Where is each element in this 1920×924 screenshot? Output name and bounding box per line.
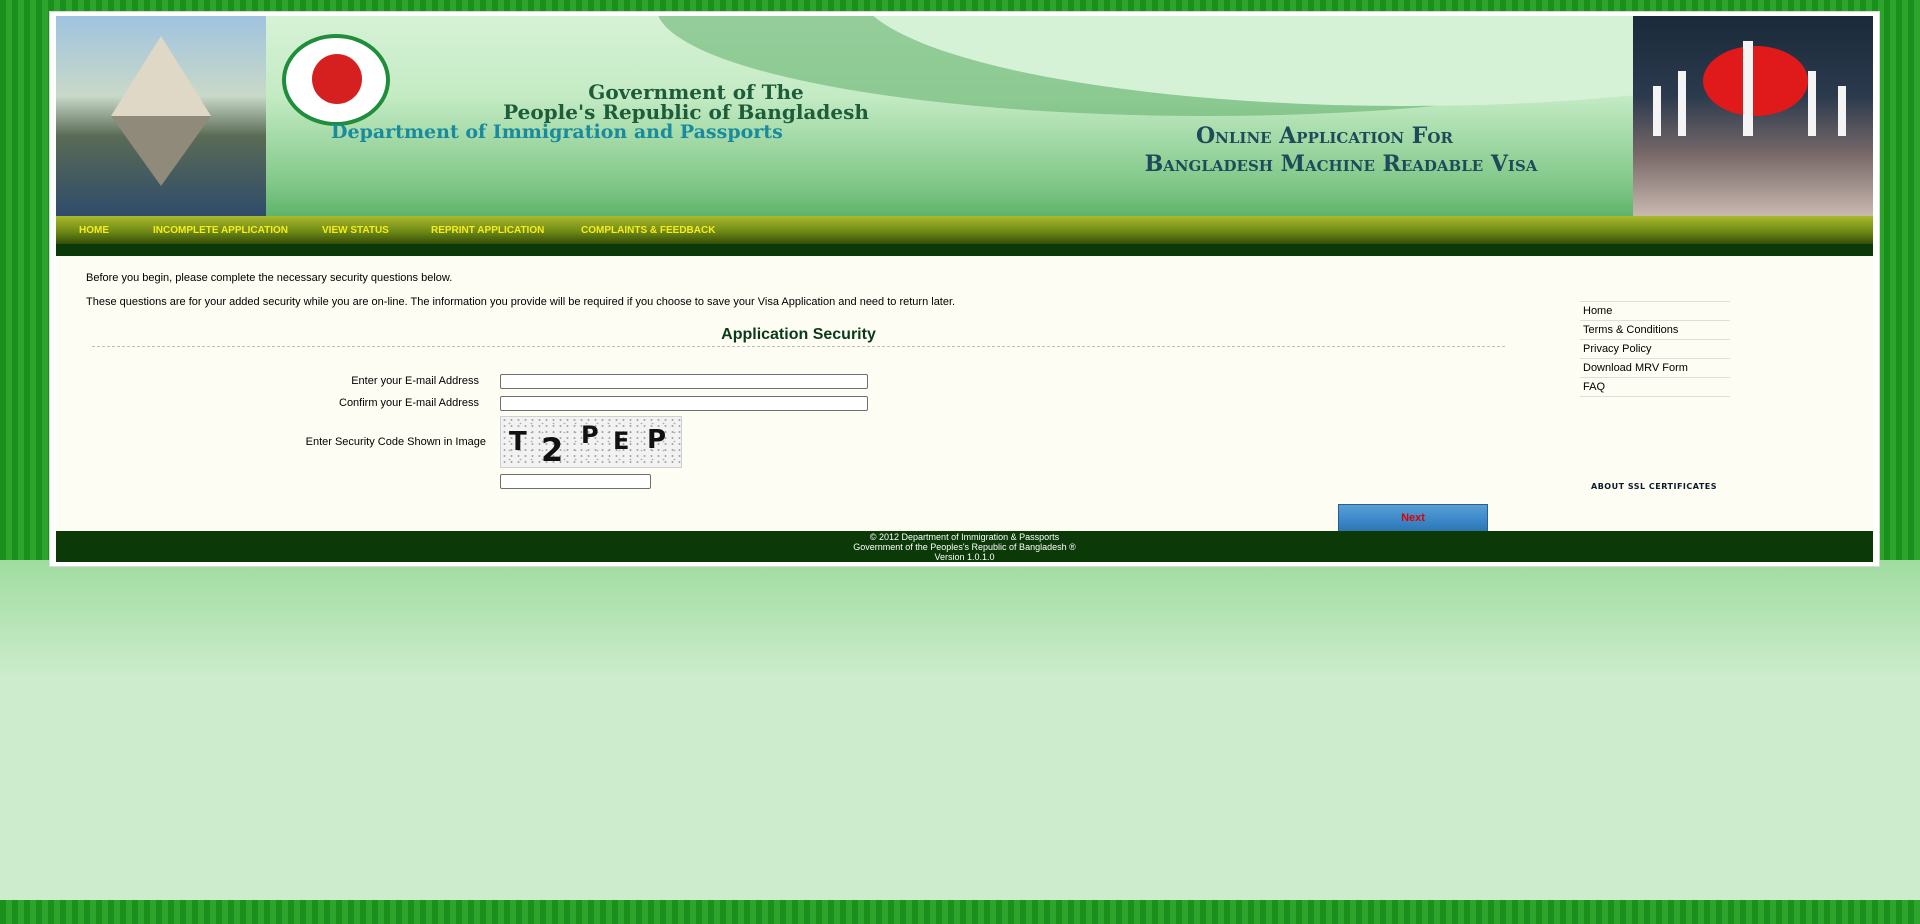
next-button[interactable]: Next xyxy=(1338,504,1488,532)
spire-shape xyxy=(111,36,211,116)
nav-view-status[interactable]: VIEW STATUS xyxy=(322,225,389,236)
confirm-email-label: Confirm your E-mail Address xyxy=(339,397,479,409)
email-label: Enter your E-mail Address xyxy=(351,375,479,387)
nav-underbar xyxy=(56,244,1873,256)
header-banner: Government of The People's Republic of B… xyxy=(56,16,1873,216)
red-sun-shape xyxy=(1703,46,1808,116)
bottom-stripe xyxy=(0,900,1920,924)
pillar xyxy=(1743,41,1753,136)
spire-reflection xyxy=(111,116,211,186)
monument-image xyxy=(56,16,266,216)
footer-government: Government of the Peoples's Republic of … xyxy=(853,542,1076,552)
pillar xyxy=(1838,86,1846,136)
nav-reprint-application[interactable]: REPRINT APPLICATION xyxy=(431,225,544,236)
captcha-char: P xyxy=(647,425,667,455)
captcha-char: P xyxy=(581,421,599,449)
email-field[interactable] xyxy=(500,374,868,389)
main-nav: HOME INCOMPLETE APPLICATION VIEW STATUS … xyxy=(56,216,1873,244)
footer-copyright: © 2012 Department of Immigration & Passp… xyxy=(869,532,1060,542)
footer-version: Version 1.0.1.0 xyxy=(934,552,995,562)
security-code-field[interactable] xyxy=(500,474,651,489)
pillar xyxy=(1653,86,1661,136)
nav-complaints-feedback[interactable]: COMPLAINTS & FEEDBACK xyxy=(581,225,715,236)
ssl-certificates-link[interactable]: ABOUT SSL CERTIFICATES xyxy=(1591,482,1717,491)
section-divider xyxy=(92,346,1505,347)
captcha-image: T 2 P E P xyxy=(500,416,682,469)
footer: © 2012 Department of Immigration & Passp… xyxy=(56,531,1873,562)
pillar xyxy=(1808,71,1816,136)
captcha-char: T xyxy=(509,427,527,457)
confirm-email-field[interactable] xyxy=(500,396,868,411)
pillar xyxy=(1678,71,1686,136)
sidebar-item-privacy[interactable]: Privacy Policy xyxy=(1580,339,1730,358)
section-title: Application Security xyxy=(721,326,876,343)
intro-text-1: Before you begin, please complete the ne… xyxy=(86,272,453,284)
captcha-char: 2 xyxy=(541,431,564,469)
sidebar-links: Home Terms & Conditions Privacy Policy D… xyxy=(1580,301,1730,397)
sidebar-item-home[interactable]: Home xyxy=(1580,301,1730,320)
gov-line-1: Government of The xyxy=(588,80,804,104)
page-background xyxy=(0,560,1920,900)
sidebar-item-faq[interactable]: FAQ xyxy=(1580,377,1730,397)
application-title: Online Application For Bangladesh Machin… xyxy=(1056,122,1626,178)
gov-line-2: People's Republic of Bangladesh xyxy=(503,100,869,124)
main-content: Before you begin, please complete the ne… xyxy=(56,256,1873,541)
intro-text-2: These questions are for your added secur… xyxy=(86,296,956,308)
app-title-line-1: Online Application For xyxy=(1196,123,1453,149)
gov-line-3: Department of Immigration and Passports xyxy=(331,121,783,143)
app-title-line-2: Bangladesh Machine Readable Visa xyxy=(1144,151,1538,177)
nav-home[interactable]: HOME xyxy=(79,225,109,236)
security-code-label: Enter Security Code Shown in Image xyxy=(305,436,486,448)
nav-incomplete-application[interactable]: INCOMPLETE APPLICATION xyxy=(153,225,288,236)
page-frame: Government of The People's Republic of B… xyxy=(49,11,1880,567)
captcha-char: E xyxy=(613,427,630,455)
shaheed-minar-image xyxy=(1633,16,1873,216)
sidebar-item-download-form[interactable]: Download MRV Form xyxy=(1580,358,1730,377)
government-title: Government of The People's Republic of B… xyxy=(331,82,981,142)
sidebar-item-terms[interactable]: Terms & Conditions xyxy=(1580,320,1730,339)
